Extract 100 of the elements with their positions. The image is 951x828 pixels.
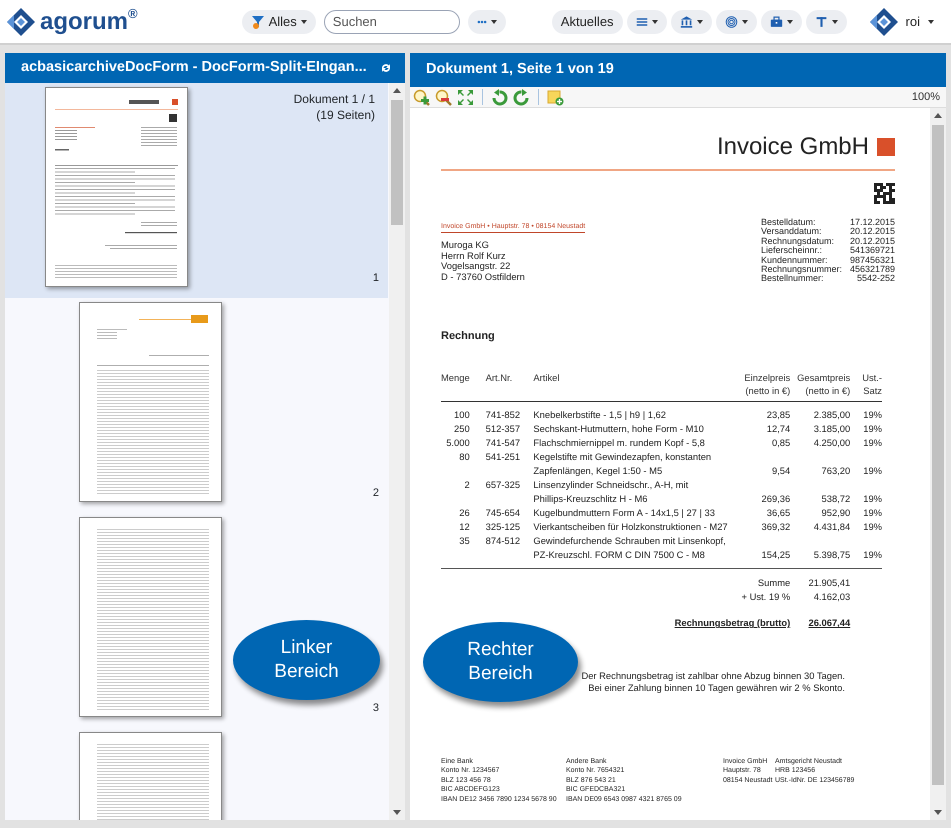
meta-label: Rechnungsdatum: — [761, 236, 836, 246]
table-cell: Gewindefurchende Schrauben mit Linsenkopf, PZ-Kreuzschl. FORM C DIN 7500 C - M8 — [527, 534, 728, 569]
filter-button[interactable]: Alles — [242, 10, 316, 34]
meta-label: Lieferscheinnr.: — [761, 246, 822, 256]
company-name: Invoice GmbH — [716, 135, 869, 160]
page-thumbnail-item[interactable]: Dokument 1 / 1 (19 Seiten) 1 — [5, 83, 388, 298]
table-cell-text: Kegelstifte mit Gewindezapfen, konstanten Zapfenlängen, Kegel 1:50 - M5 — [532, 450, 712, 478]
more-button[interactable] — [468, 10, 506, 34]
table-cell: 763,20 — [790, 450, 850, 478]
add-note-icon[interactable] — [547, 88, 564, 106]
table-cell-text: 5.000 — [445, 436, 470, 450]
column-header: Art.Nr. — [470, 371, 528, 402]
payment-terms-text: Der Rechnungsbetrag ist zahlbar ohne Abzug binnen 30 Tagen. Bei einer Zahlung binnen 10 Tagen gewähren wir 2 % Skonto. — [581, 670, 845, 694]
table-cell-text: 12,74 — [766, 422, 790, 436]
filter-icon — [250, 14, 265, 28]
column-header: Ust.- Satz — [850, 371, 882, 402]
fit-page-icon[interactable] — [457, 88, 474, 106]
refresh-icon[interactable] — [381, 63, 391, 73]
panel-title: acbasicarchiveDocForm - DocForm-Split-EIngan... — [21, 58, 367, 78]
table-cell: 874-512 — [470, 534, 528, 569]
meta-value: 987456321 — [848, 256, 895, 266]
table-cell-text: 0,85 — [770, 436, 790, 450]
table-cell: 5.398,75 — [790, 534, 850, 569]
table-cell: 19% — [850, 534, 882, 569]
more-icon — [476, 18, 487, 24]
table-cell: 154,25 — [728, 534, 790, 569]
logo-text: agorum$^{®}$ — [40, 10, 138, 34]
document-info-text: Dokument 1 / 1 — [294, 91, 375, 107]
total-value: 21.905,41 — [808, 577, 850, 588]
callout-bubble: Linker Bereich — [233, 620, 380, 700]
table-cell: 3.185,00 — [790, 422, 850, 436]
page-number: 1 — [372, 270, 379, 286]
table-cell: 741-547 — [470, 436, 528, 450]
table-cell: 512-357 — [470, 422, 528, 436]
meta-value: 541369721 — [848, 246, 895, 256]
meta-value: 20.12.2015 — [848, 236, 895, 246]
scroll-up-icon[interactable] — [934, 113, 942, 118]
table-cell-text: 269,36 — [760, 492, 790, 506]
scroll-down-icon[interactable] — [393, 810, 401, 815]
scrollbar[interactable] — [389, 83, 405, 820]
scrollbar[interactable] — [930, 108, 946, 820]
table-cell: 541-251 — [470, 450, 528, 478]
table-cell: 19% — [850, 520, 882, 534]
menu-menu-button[interactable] — [626, 10, 667, 34]
meta-value: 456321789 — [848, 265, 895, 274]
bank-icon — [680, 14, 693, 30]
rotate-left-icon[interactable] — [491, 88, 508, 106]
total-label: + Ust. 19 % — [742, 591, 790, 602]
meta-value: 20.12.2015 — [848, 227, 895, 237]
total-label: Summe — [758, 577, 790, 588]
table-cell-text: 2 — [463, 478, 470, 492]
fingerprint-menu-button[interactable] — [716, 10, 757, 34]
document-info-text: (19 Seiten) — [315, 107, 375, 123]
table-cell: 4.431,84 — [790, 520, 850, 534]
scroll-up-icon[interactable] — [393, 88, 401, 93]
panel-title: Dokument 1, Seite 1 von 19 — [426, 60, 614, 80]
scroll-down-icon[interactable] — [934, 810, 942, 815]
rotate-right-icon[interactable] — [513, 88, 530, 106]
table-cell: 369,32 — [728, 520, 790, 534]
recipient-address-line: Herrn Rolf Kurz — [441, 250, 507, 262]
table-cell: 19% — [850, 450, 882, 478]
recipient-address-line: Muroga KG — [441, 240, 490, 251]
table-cell: 19% — [850, 422, 882, 436]
scrollbar-thumb[interactable] — [932, 125, 944, 786]
table-cell-text: 36,65 — [766, 506, 790, 520]
news-button[interactable]: Aktuelles — [552, 10, 623, 34]
meta-label: Kundennummer: — [761, 256, 829, 266]
table-cell: 19% — [850, 436, 882, 450]
table-cell: 2.385,00 — [790, 402, 850, 422]
search-field[interactable]: Suchen — [324, 10, 460, 34]
meta-value: 5542-252 — [856, 274, 895, 284]
page-thumbnail-item[interactable]: 2 — [5, 298, 388, 513]
table-cell-text: Linsenzylinder Schneidschr., A-H, mit Phillips-Kreuzschlitz H - M6 — [532, 478, 690, 506]
meta-value: 17.12.2015 — [848, 218, 895, 228]
table-cell: Knebelkerbstifte - 1,5 | h9 | 1,62 — [527, 402, 728, 422]
table-cell: 4.250,00 — [790, 436, 850, 450]
page-thumbnail-item[interactable]: 3 Linker Bereich — [5, 513, 388, 728]
qr-code-icon — [874, 183, 895, 204]
column-header: Einzelpreis (netto in €) — [728, 371, 790, 402]
table-cell: 657-325 — [470, 478, 528, 506]
table-cell-text: Kugelbundmuttern Form A - 14x1,5 | 27 | 33 — [532, 506, 716, 520]
column-header: Gesamtpreis (netto in €) — [790, 371, 850, 402]
recipient-address-line: D - 73760 Ostfildern — [441, 272, 526, 282]
table-cell: 35 — [441, 534, 470, 569]
zoom-level: 100% — [912, 90, 940, 105]
briefcase-menu-button[interactable] — [760, 10, 802, 34]
text-format-menu-button[interactable] — [806, 10, 847, 34]
table-cell: 23,85 — [728, 402, 790, 422]
table-cell: 100 — [441, 402, 470, 422]
bank-menu-button[interactable] — [670, 10, 712, 34]
table-cell: 745-654 — [470, 506, 528, 520]
zoom-out-icon[interactable] — [435, 88, 452, 106]
recipient-address-line: Vogelsangstr. 22 — [441, 261, 512, 272]
zoom-in-icon[interactable] — [413, 88, 430, 106]
table-cell: 19% — [850, 402, 882, 422]
user-menu-button[interactable]: roi — [860, 10, 943, 34]
meta-label: Versanddatum: — [761, 227, 823, 237]
scrollbar-thumb[interactable] — [391, 100, 403, 225]
meta-label: Bestelldatum: — [761, 218, 817, 228]
document-heading: Rechnung — [441, 330, 496, 344]
